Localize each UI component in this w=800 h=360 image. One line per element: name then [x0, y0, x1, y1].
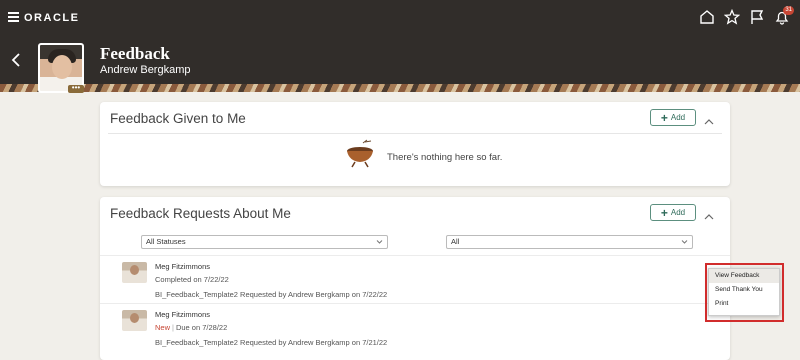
bell-icon[interactable]: 31 — [774, 6, 794, 25]
card-title: Feedback Given to Me — [110, 111, 246, 126]
empty-message: There's nothing here so far. — [387, 151, 503, 163]
request-description: BI_Feedback_Template2 Requested by Andre… — [155, 338, 388, 347]
type-filter-value: All — [451, 237, 460, 246]
status-filter-select[interactable]: All Statuses — [141, 235, 388, 249]
divider — [108, 133, 722, 134]
chevron-down-icon — [681, 240, 688, 244]
empty-state: There's nothing here so far. — [343, 139, 502, 169]
request-status: New | Due on 7/28/22 — [155, 323, 228, 332]
chevron-up-icon[interactable] — [704, 208, 714, 220]
plus-icon: + — [660, 110, 668, 125]
home-icon[interactable] — [699, 9, 715, 25]
type-filter-select[interactable]: All — [446, 235, 693, 249]
feedback-requests-card: Feedback Requests About Me + Add All Sta… — [100, 197, 730, 360]
star-icon[interactable] — [723, 8, 741, 25]
page-title: Feedback — [100, 44, 170, 63]
back-icon[interactable] — [10, 52, 22, 68]
header-actions: 31 — [699, 6, 794, 25]
menu-icon[interactable] — [8, 12, 19, 22]
highlight-box — [705, 263, 784, 322]
person-name: Andrew Bergkamp — [100, 64, 191, 76]
add-label: Add — [670, 208, 686, 217]
requester-name: Meg Fitzimmons — [155, 262, 211, 271]
card-title: Feedback Requests About Me — [110, 206, 291, 221]
avatar — [122, 310, 147, 331]
flag-icon[interactable] — [749, 9, 765, 25]
notification-badge: 31 — [783, 6, 794, 15]
add-feedback-button[interactable]: + Add — [650, 109, 696, 126]
header-banner — [0, 84, 800, 92]
request-description: BI_Feedback_Template2 Requested by Andre… — [155, 290, 388, 299]
chevron-up-icon[interactable] — [704, 113, 714, 125]
add-request-button[interactable]: + Add — [650, 204, 696, 221]
global-header: ORACLE 31 — [0, 0, 800, 36]
due-date: Due on 7/28/22 — [175, 323, 228, 332]
request-status: Completed on 7/22/22 — [155, 275, 229, 284]
status-filter-value: All Statuses — [146, 237, 186, 246]
feedback-given-card: Feedback Given to Me + Add There's nothi… — [100, 102, 730, 186]
requester-name: Meg Fitzimmons — [155, 310, 211, 319]
avatar-more-button[interactable]: ••• — [68, 84, 84, 93]
empty-basket-icon — [347, 139, 373, 168]
list-item[interactable]: Meg Fitzimmons Completed on 7/22/22 BI_F… — [100, 255, 730, 303]
avatar — [122, 262, 147, 283]
oracle-logo[interactable]: ORACLE — [24, 12, 79, 24]
new-status-label: New — [155, 323, 171, 332]
chevron-down-icon — [376, 240, 383, 244]
list-item[interactable]: Meg Fitzimmons New | Due on 7/28/22 BI_Fee… — [100, 303, 730, 351]
add-label: Add — [670, 113, 686, 122]
plus-icon: + — [660, 205, 668, 220]
